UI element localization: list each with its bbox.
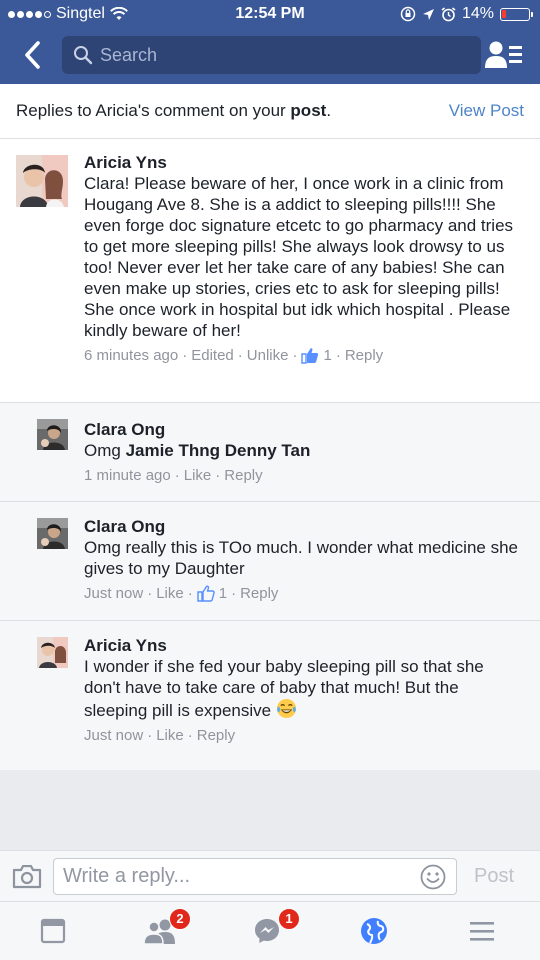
comment-item: Aricia Yns Clara! Please beware of her, …: [0, 139, 540, 403]
like-button[interactable]: Like: [184, 467, 212, 484]
replies-context-header: Replies to Aricia's comment on your post…: [0, 84, 540, 139]
tab-news-feed[interactable]: [38, 916, 72, 948]
camera-button[interactable]: [12, 864, 42, 889]
back-button[interactable]: [18, 38, 50, 72]
avatar[interactable]: [16, 155, 68, 207]
comment-text: Omg really this is TOo much. I wonder wh…: [84, 538, 518, 578]
camera-icon: [12, 864, 42, 889]
comment-meta: Just now · Like · 1 · Reply: [84, 585, 279, 602]
friend-requests-icon: [485, 41, 522, 68]
search-bar[interactable]: [62, 36, 481, 74]
comment-meta: Just now · Like · Reply: [84, 727, 236, 744]
like-thumb-icon: [301, 348, 319, 364]
mentioned-names[interactable]: Jamie Thng Denny Tan: [126, 441, 311, 460]
like-button[interactable]: Like: [156, 585, 184, 602]
tab-messenger[interactable]: 1: [252, 908, 300, 948]
top-bar: Singtel 12:54 PM 14%: [0, 0, 540, 84]
battery-icon: [500, 7, 533, 21]
commenter-name[interactable]: Clara Ong: [84, 419, 524, 440]
smiley-icon: [420, 864, 446, 890]
location-arrow-icon: [422, 8, 434, 20]
unlike-button[interactable]: Unlike: [247, 347, 289, 364]
commenter-name[interactable]: Aricia Yns: [84, 635, 524, 656]
comment-meta: 1 minute ago · Like · Reply: [84, 467, 263, 484]
reply-button[interactable]: Reply: [197, 727, 235, 744]
reply-composer: Post: [0, 850, 540, 901]
comment-meta: 6 minutes ago · Edited · Unlike · 1 · Reply: [84, 347, 384, 364]
like-count[interactable]: 1: [323, 347, 331, 364]
tab-bar: 2 1: [0, 901, 540, 960]
post-button[interactable]: Post: [474, 865, 514, 888]
search-input[interactable]: [100, 36, 470, 74]
empty-background: [0, 770, 540, 850]
context-title: Replies to Aricia's comment on your post…: [16, 101, 332, 120]
battery-percent: 14%: [461, 5, 494, 22]
like-count[interactable]: 1: [219, 585, 227, 602]
status-bar: Singtel 12:54 PM 14%: [0, 0, 540, 28]
news-feed-icon: [40, 918, 66, 944]
reply-item: Clara Ong Omg really this is TOo much. I…: [0, 502, 540, 621]
menu-icon: [470, 922, 494, 941]
alarm-icon: [441, 6, 456, 21]
timestamp: 6 minutes ago: [84, 347, 179, 364]
notifications-globe-icon: [361, 918, 387, 944]
back-chevron-icon: [25, 41, 40, 69]
avatar[interactable]: [37, 637, 68, 668]
sticker-button[interactable]: [420, 864, 446, 890]
tab-notifications[interactable]: [359, 916, 393, 948]
like-thumb-icon: [197, 585, 215, 602]
messages-badge: 1: [278, 908, 300, 930]
commenter-name[interactable]: Clara Ong: [84, 516, 524, 537]
reply-button[interactable]: Reply: [345, 347, 383, 364]
search-icon: [74, 46, 93, 65]
reply-button[interactable]: Reply: [224, 467, 262, 484]
friend-requests-button[interactable]: [485, 38, 525, 72]
tab-friends[interactable]: 2: [143, 908, 191, 948]
timestamp: Just now: [84, 585, 144, 602]
reply-item: Clara Ong Omg Jamie Thng Denny Tan 1 min…: [0, 403, 540, 502]
reply-button[interactable]: Reply: [240, 585, 278, 602]
reply-item: Aricia Yns I wonder if she fed your baby…: [0, 621, 540, 770]
comment-text: Omg Jamie Thng Denny Tan: [84, 441, 311, 460]
post-link[interactable]: post: [290, 101, 326, 120]
reply-input[interactable]: [63, 859, 413, 894]
timestamp: Just now: [84, 727, 144, 744]
friends-badge: 2: [169, 908, 191, 930]
rotation-lock-icon: [400, 6, 416, 22]
edited-link[interactable]: Edited: [191, 347, 234, 364]
commenter-name[interactable]: Aricia Yns: [84, 152, 524, 173]
avatar[interactable]: [37, 419, 68, 450]
like-button[interactable]: Like: [156, 727, 184, 744]
comment-text: I wonder if she fed your baby sleeping p…: [84, 657, 484, 720]
avatar[interactable]: [37, 518, 68, 549]
comment-text: Clara! Please beware of her, I once work…: [84, 174, 514, 340]
tab-menu[interactable]: [467, 916, 501, 948]
timestamp: 1 minute ago: [84, 467, 171, 484]
tears-of-joy-emoji-icon: [276, 698, 296, 719]
reply-field[interactable]: [53, 858, 457, 895]
view-post-link[interactable]: View Post: [449, 101, 524, 121]
